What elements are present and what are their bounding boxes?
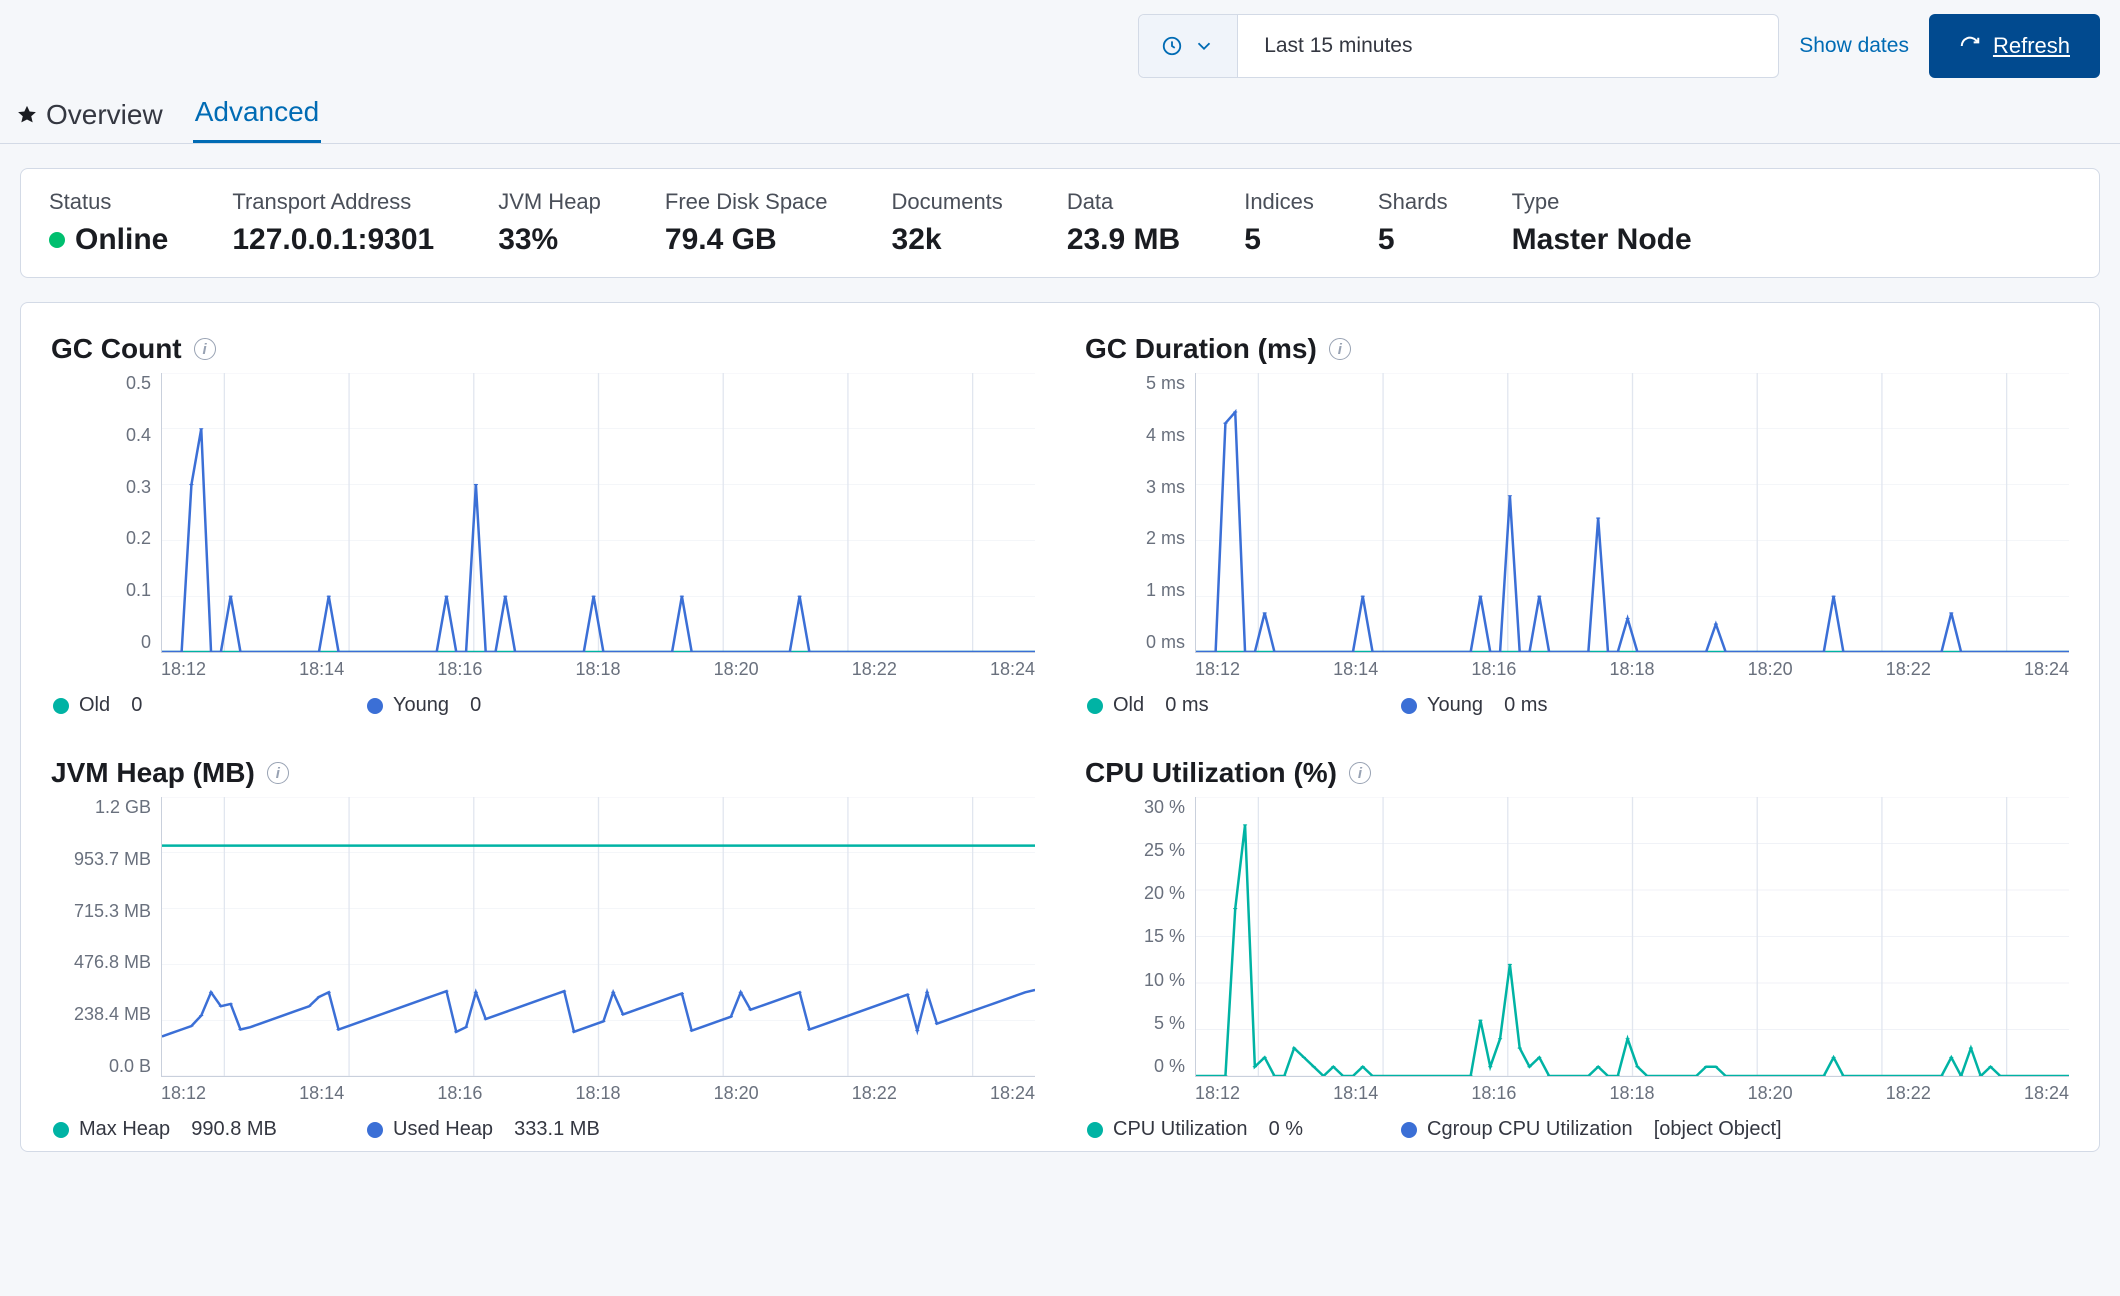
time-range-label[interactable]: Last 15 minutes — [1238, 15, 1778, 77]
chart-legend: Max Heap 990.8 MB Used Heap 333.1 MB — [51, 1118, 1035, 1141]
stat-address: Transport Address 127.0.0.1:9301 — [232, 189, 434, 257]
chevron-down-icon — [1193, 35, 1215, 57]
plot-area — [1195, 797, 2069, 1077]
legend-item[interactable]: Old 0 ms — [1087, 694, 1347, 717]
legend-swatch-icon — [53, 1122, 69, 1138]
chart-cpu: CPU Utilization (%)i 30 %25 %20 %15 %10 %… — [1085, 757, 2069, 1141]
y-axis-ticks: 0.50.40.30.20.10 — [51, 373, 161, 653]
stat-data: Data 23.9 MB — [1067, 189, 1180, 257]
y-axis-ticks: 30 %25 %20 %15 %10 %5 %0 % — [1085, 797, 1195, 1077]
legend-swatch-icon — [1087, 1122, 1103, 1138]
stats-card: Status Online Transport Address 127.0.0.… — [20, 168, 2100, 278]
legend-swatch-icon — [1087, 698, 1103, 714]
legend-swatch-icon — [1401, 698, 1417, 714]
status-dot-icon — [49, 232, 65, 248]
legend-item[interactable]: Old 0 — [53, 694, 313, 717]
time-picker[interactable]: Last 15 minutes — [1138, 14, 1779, 78]
refresh-button[interactable]: Refresh — [1929, 14, 2100, 78]
legend-item[interactable]: Young 0 — [367, 694, 627, 717]
info-icon[interactable]: i — [1349, 762, 1371, 784]
legend-item[interactable]: Cgroup CPU Utilization [object Object] — [1401, 1118, 1782, 1141]
legend-swatch-icon — [1401, 1122, 1417, 1138]
stat-jvm: JVM Heap 33% — [498, 189, 601, 257]
chart-gc-count: GC Counti 0.50.40.30.20.10 18:1218:1418:16… — [51, 333, 1035, 717]
star-icon — [16, 104, 38, 126]
legend-item[interactable]: CPU Utilization 0 % — [1087, 1118, 1347, 1141]
tab-bar: Overview Advanced — [0, 78, 2120, 144]
legend-item[interactable]: Max Heap 990.8 MB — [53, 1118, 313, 1141]
plot-area — [161, 797, 1035, 1077]
legend-swatch-icon — [367, 1122, 383, 1138]
legend-swatch-icon — [53, 698, 69, 714]
chart-legend: Old 0 ms Young 0 ms — [1085, 694, 2069, 717]
stat-status: Status Online — [49, 189, 168, 257]
stat-type: Type Master Node — [1512, 189, 1692, 257]
show-dates-link[interactable]: Show dates — [1799, 34, 1909, 58]
plot-area — [161, 373, 1035, 653]
y-axis-ticks: 5 ms4 ms3 ms2 ms1 ms0 ms — [1085, 373, 1195, 653]
chart-title: GC Counti — [51, 333, 1035, 365]
chart-jvm-heap: JVM Heap (MB)i 1.2 GB953.7 MB715.3 MB476.… — [51, 757, 1035, 1141]
x-axis-ticks: 18:1218:1418:1618:1818:2018:2218:24 — [1085, 659, 2069, 680]
charts-panel: GC Counti 0.50.40.30.20.10 18:1218:1418:16… — [20, 302, 2100, 1152]
tab-advanced[interactable]: Advanced — [193, 96, 322, 143]
tab-overview[interactable]: Overview — [14, 99, 165, 143]
info-icon[interactable]: i — [194, 338, 216, 360]
stat-shards: Shards 5 — [1378, 189, 1448, 257]
x-axis-ticks: 18:1218:1418:1618:1818:2018:2218:24 — [1085, 1083, 2069, 1104]
info-icon[interactable]: i — [1329, 338, 1351, 360]
x-axis-ticks: 18:1218:1418:1618:1818:2018:2218:24 — [51, 1083, 1035, 1104]
chart-title: CPU Utilization (%)i — [1085, 757, 2069, 789]
stat-disk: Free Disk Space 79.4 GB — [665, 189, 828, 257]
info-icon[interactable]: i — [267, 762, 289, 784]
clock-icon — [1161, 35, 1183, 57]
stat-docs: Documents 32k — [892, 189, 1003, 257]
chart-legend: Old 0 Young 0 — [51, 694, 1035, 717]
time-picker-quick[interactable] — [1139, 15, 1238, 77]
chart-title: JVM Heap (MB)i — [51, 757, 1035, 789]
chart-title: GC Duration (ms)i — [1085, 333, 2069, 365]
stat-indices: Indices 5 — [1244, 189, 1314, 257]
legend-swatch-icon — [367, 698, 383, 714]
chart-gc-duration: GC Duration (ms)i 5 ms4 ms3 ms2 ms1 ms0 m… — [1085, 333, 2069, 717]
x-axis-ticks: 18:1218:1418:1618:1818:2018:2218:24 — [51, 659, 1035, 680]
y-axis-ticks: 1.2 GB953.7 MB715.3 MB476.8 MB238.4 MB0.… — [51, 797, 161, 1077]
plot-area — [1195, 373, 2069, 653]
refresh-icon — [1959, 35, 1981, 57]
legend-item[interactable]: Used Heap 333.1 MB — [367, 1118, 627, 1141]
chart-legend: CPU Utilization 0 % Cgroup CPU Utilizatio… — [1085, 1118, 2069, 1141]
legend-item[interactable]: Young 0 ms — [1401, 694, 1661, 717]
